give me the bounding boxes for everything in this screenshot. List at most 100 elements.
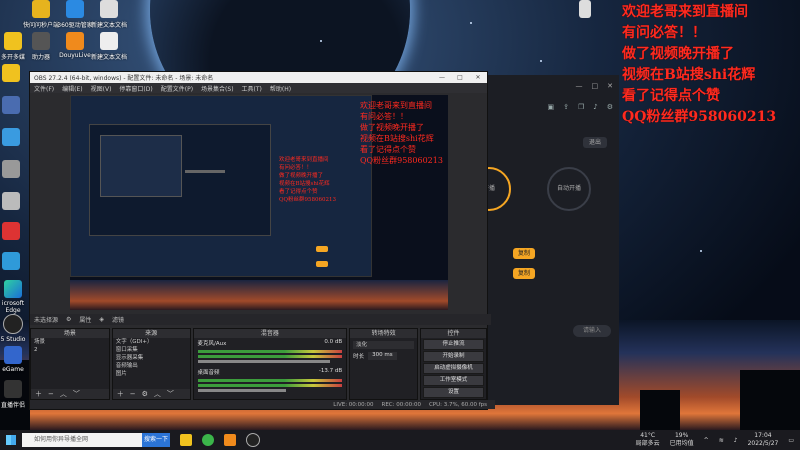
filters-button[interactable]: 滤镜 xyxy=(112,315,124,324)
volume-slider[interactable] xyxy=(197,389,287,392)
remove-icon[interactable]: − xyxy=(130,390,136,398)
start-virtual-camera-button[interactable]: 启动虚拟摄像机 xyxy=(423,363,485,374)
dock-title: 场景 xyxy=(31,329,109,338)
recursive-preview-inner xyxy=(89,124,271,236)
menu-view[interactable]: 视图(V) xyxy=(91,84,112,93)
menu-tools[interactable]: 工具(T) xyxy=(242,84,262,93)
weather-widget[interactable]: 41°C 局部多云 xyxy=(636,432,660,448)
volume-slider[interactable] xyxy=(197,360,331,363)
stop-streaming-button[interactable]: 停止推流 xyxy=(423,339,485,350)
minimize-icon[interactable]: — xyxy=(576,82,583,90)
obs-taskbar-icon[interactable] xyxy=(246,433,260,447)
exit-button[interactable]: 退出 xyxy=(583,137,607,148)
desktop-icon[interactable]: 新建文本文档 xyxy=(90,0,128,29)
douyu-icon[interactable] xyxy=(224,434,236,446)
menu-docks[interactable]: 停靠窗口(D) xyxy=(119,84,152,93)
desktop-icon[interactable]: 助力器 xyxy=(22,32,60,61)
desktop-icon[interactable] xyxy=(0,192,30,212)
chevron-up-icon[interactable]: ^ xyxy=(704,437,709,444)
close-icon[interactable]: ✕ xyxy=(469,74,487,81)
volume-meter xyxy=(197,384,343,387)
settings-button[interactable]: 设置 xyxy=(423,387,485,398)
source-item[interactable]: 显示器采集 xyxy=(113,354,190,362)
desktop-icon[interactable] xyxy=(0,160,30,180)
close-icon[interactable]: ✕ xyxy=(607,82,613,90)
menu-profile[interactable]: 配置文件(P) xyxy=(161,84,193,93)
scene-item[interactable]: 2 xyxy=(31,346,109,354)
minimize-icon[interactable]: — xyxy=(433,74,451,81)
file-explorer-icon[interactable] xyxy=(180,434,192,446)
desktop-icon[interactable]: DouyuLive xyxy=(56,32,94,59)
add-icon[interactable]: ＋ xyxy=(117,389,124,399)
remove-icon[interactable]: − xyxy=(48,390,54,398)
desktop-icon[interactable] xyxy=(0,96,30,116)
copy-button[interactable]: 复制 xyxy=(513,248,535,259)
edge-icon[interactable]: icrosoft Edge xyxy=(0,280,32,314)
menu-scene-collection[interactable]: 场景集合(S) xyxy=(201,84,234,93)
desktop-icon[interactable] xyxy=(0,252,30,272)
obs-preview-canvas[interactable]: 欢迎老哥来到直播间 有问必答！！ 做了视频晚开播了 视频在B站搜shi花辉 看了记得点… xyxy=(70,95,448,310)
browser-icon[interactable] xyxy=(202,434,214,446)
copy-button[interactable]: 复制 xyxy=(513,268,535,279)
stream-icon[interactable]: 直播伴侣 xyxy=(0,380,32,409)
live-app-titlebar: — □ ✕ xyxy=(487,75,619,97)
menu-edit[interactable]: 编辑(E) xyxy=(62,84,82,93)
mixer-channel-name: 桌面音频 xyxy=(197,370,220,376)
down-icon[interactable]: ﹀ xyxy=(73,389,80,399)
gear-icon[interactable]: ⚙ xyxy=(142,390,148,398)
menu-help[interactable]: 帮助(H) xyxy=(270,84,291,93)
add-icon[interactable]: ＋ xyxy=(35,389,42,399)
share-icon[interactable]: ⇪ xyxy=(563,103,569,111)
up-icon[interactable]: ︿ xyxy=(60,389,67,399)
maximize-icon[interactable]: □ xyxy=(451,74,469,81)
filter-icon[interactable]: ◈ xyxy=(99,316,104,323)
obs-status-bar: LIVE: 00:00:00 REC: 00:00:00 CPU: 3.7%, … xyxy=(30,400,495,409)
desktop-icon[interactable]: 360驱动管家 xyxy=(56,0,94,29)
live-input[interactable]: 请输入 xyxy=(573,325,611,337)
source-item[interactable]: 窗口采集 xyxy=(113,346,190,354)
volume-meter xyxy=(197,379,343,382)
bell-icon[interactable]: ♪ xyxy=(593,103,597,111)
desktop-icon[interactable] xyxy=(0,222,30,242)
search-button[interactable]: 搜索一下 xyxy=(142,433,170,447)
transition-select[interactable]: 淡化 xyxy=(353,341,415,349)
desktop-icon[interactable] xyxy=(0,64,30,84)
notification-icon[interactable]: ▭ xyxy=(788,437,794,444)
obs-icon[interactable]: 5 Studio xyxy=(0,314,32,343)
properties-button[interactable]: 属性 xyxy=(79,315,91,324)
auto-live-circle[interactable]: 自动开播 xyxy=(547,167,591,211)
copy-icon[interactable]: ❐ xyxy=(578,103,584,111)
gear-icon[interactable]: ⚙ xyxy=(607,103,613,111)
mixer-channel-name: 麦克风/Aux xyxy=(197,341,227,347)
desktop-icon[interactable] xyxy=(0,128,30,148)
desktop-icon[interactable] xyxy=(566,0,604,20)
source-item[interactable]: 图片 xyxy=(113,370,190,378)
clock[interactable]: 17:04 2022/5/27 xyxy=(748,432,779,448)
battery-widget[interactable]: 19% 已用均值 xyxy=(670,432,694,448)
gear-icon[interactable]: ⚙ xyxy=(66,316,71,323)
duration-label: 时长 xyxy=(353,354,365,360)
scene-item[interactable]: 场景 xyxy=(31,338,109,346)
taskbar-search-input[interactable]: 如何用你异导播全网 xyxy=(22,433,142,447)
down-icon[interactable]: ﹀ xyxy=(167,389,174,399)
overlay-line: 欢迎老哥来到直播间 xyxy=(622,4,748,20)
obs-titlebar: OBS 27.2.4 (64-bit, windows) - 配置文件: 未命名… xyxy=(30,72,487,83)
source-item[interactable]: 音频输出 xyxy=(113,362,190,370)
desktop-icon[interactable]: 新建文本文档 xyxy=(90,32,128,61)
desktop-icon[interactable]: 快问问秒户端 xyxy=(22,0,60,29)
duration-input[interactable]: 300 ms xyxy=(368,352,397,360)
speaker-icon[interactable]: ♪ xyxy=(734,437,738,444)
start-recording-button[interactable]: 开始录制 xyxy=(423,351,485,362)
start-button[interactable] xyxy=(6,435,16,445)
menu-file[interactable]: 文件(F) xyxy=(34,84,54,93)
search-placeholder: 如何用你异导播全网 xyxy=(34,436,89,443)
source-item[interactable]: 文字（GDI+） xyxy=(113,338,190,346)
studio-mode-button[interactable]: 工作室模式 xyxy=(423,375,485,386)
network-icon[interactable]: ≋ xyxy=(719,437,724,444)
lock-icon[interactable]: ▣ xyxy=(547,103,554,111)
maximize-icon[interactable]: □ xyxy=(592,82,599,90)
up-icon[interactable]: ︿ xyxy=(154,389,161,399)
scenes-footer: ＋ − ︿ ﹀ xyxy=(31,389,109,399)
game-icon[interactable]: eGame xyxy=(0,346,32,373)
overlay-line: 看了记得点个赞 xyxy=(622,88,720,104)
